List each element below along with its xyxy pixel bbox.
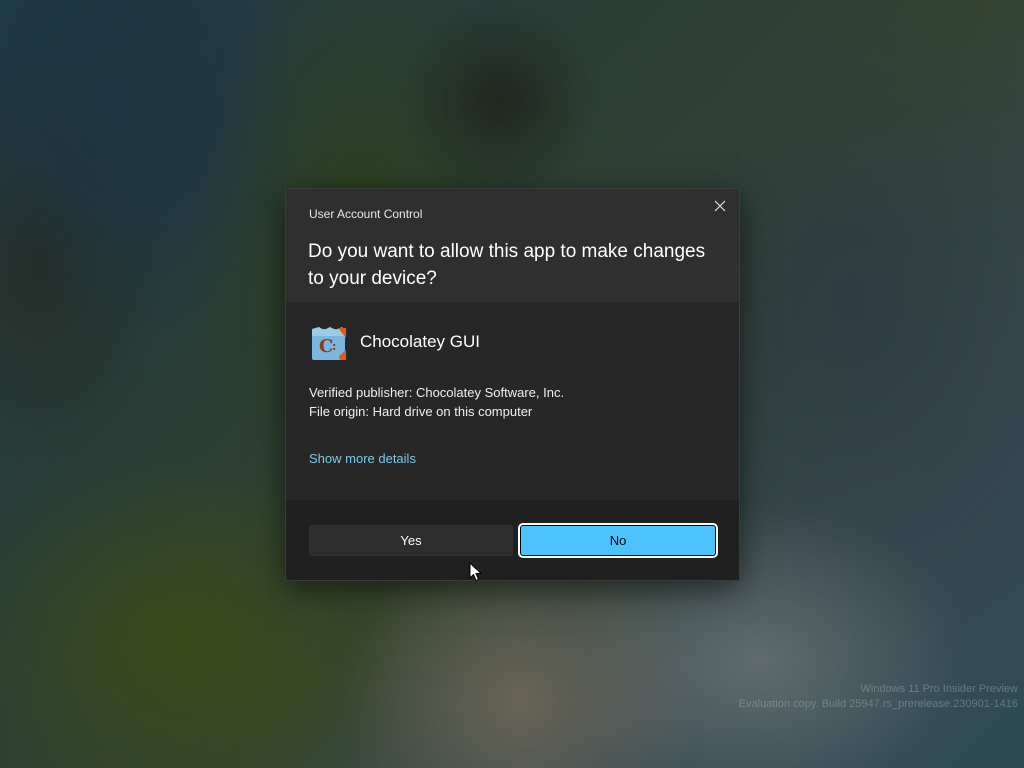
- publisher-value: Chocolatey Software, Inc.: [415, 385, 565, 400]
- close-icon: [714, 200, 726, 212]
- uac-dialog: User Account Control Do you want to allo…: [285, 188, 740, 581]
- no-button[interactable]: No: [518, 523, 718, 558]
- close-button[interactable]: [707, 193, 733, 219]
- svg-text::: :: [332, 340, 336, 353]
- show-more-details-link[interactable]: Show more details: [309, 451, 416, 466]
- windows-watermark: Windows 11 Pro Insider Preview Evaluatio…: [739, 682, 1018, 712]
- dialog-question: Do you want to allow this app to make ch…: [308, 241, 706, 289]
- publisher-label: Verified publisher:: [309, 385, 416, 400]
- wallpaper-shadow: [400, 0, 600, 200]
- origin-line: File origin: Hard drive on this computer: [309, 404, 532, 419]
- dialog-footer: Yes No: [286, 500, 739, 580]
- app-name: Chocolatey GUI: [360, 332, 480, 351]
- publisher-line: Verified publisher: Chocolatey Software,…: [309, 385, 564, 400]
- dialog-header: User Account Control Do you want to allo…: [286, 189, 739, 302]
- dialog-body: C : Chocolatey GUI Verified publisher: C…: [286, 302, 739, 500]
- mouse-cursor-icon: [469, 562, 483, 582]
- origin-label: File origin:: [309, 404, 373, 419]
- dialog-title: User Account Control: [309, 207, 423, 221]
- watermark-line-2: Evaluation copy. Build 25947.rs_prerelea…: [738, 698, 1018, 710]
- yes-button[interactable]: Yes: [309, 525, 513, 556]
- origin-value: Hard drive on this computer: [372, 404, 533, 419]
- watermark-line-1: Windows 11 Pro Insider Preview: [860, 683, 1018, 695]
- chocolatey-icon: C :: [312, 327, 346, 360]
